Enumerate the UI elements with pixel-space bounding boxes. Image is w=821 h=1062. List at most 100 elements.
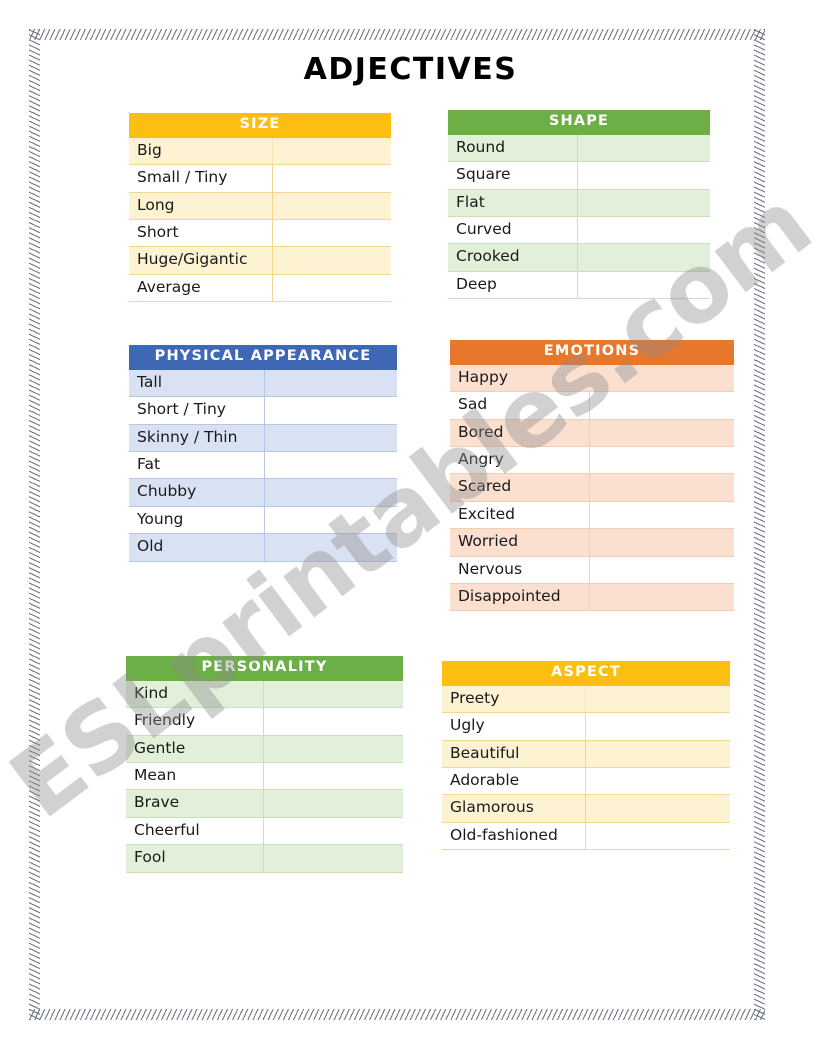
adjective-label: Fat: [129, 452, 265, 479]
table-personality-header: PERSONALITY: [126, 656, 403, 681]
table-shape: SHAPE Round Square Flat Curved Crooked Deep: [448, 110, 710, 300]
table-row: Long: [129, 192, 391, 221]
table-aspect: ASPECT Preety Ugly Beautiful Adorable Glamor…: [442, 661, 730, 851]
answer-blank-cell[interactable]: [590, 419, 734, 447]
adjective-label: Worried: [450, 529, 590, 556]
adjective-label: Ugly: [442, 713, 586, 740]
worksheet-tables: SIZE Big Small / Tiny Long Short Huge/Gigant…: [0, 0, 821, 1062]
answer-blank-cell[interactable]: [265, 452, 397, 479]
answer-blank-cell[interactable]: [264, 680, 403, 708]
answer-blank-cell[interactable]: [265, 534, 397, 561]
answer-blank-cell[interactable]: [264, 708, 403, 735]
table-row: Kind: [126, 680, 403, 709]
answer-blank-cell[interactable]: [590, 447, 734, 474]
answer-blank-cell[interactable]: [586, 685, 730, 713]
adjective-label: Scared: [450, 474, 590, 501]
table-row: Small / Tiny: [129, 165, 391, 193]
answer-blank-cell[interactable]: [590, 529, 734, 556]
adjective-label: Preety: [442, 685, 586, 713]
answer-blank-cell[interactable]: [578, 217, 710, 244]
answer-blank-cell[interactable]: [578, 162, 710, 189]
answer-blank-cell[interactable]: [264, 845, 403, 872]
table-row: Average: [129, 274, 391, 303]
table-row: Square: [448, 162, 710, 190]
answer-blank-cell[interactable]: [590, 556, 734, 583]
table-row: Short: [129, 220, 391, 248]
answer-blank-cell[interactable]: [586, 713, 730, 740]
answer-blank-cell[interactable]: [273, 220, 391, 247]
answer-blank-cell[interactable]: [590, 392, 734, 419]
answer-blank-cell[interactable]: [273, 274, 391, 302]
table-row: Worried: [450, 529, 734, 557]
table-personality-body: Kind Friendly Gentle Mean Brave Cheerful Fool: [126, 680, 403, 873]
table-row: Nervous: [450, 556, 734, 584]
adjective-label: Fool: [126, 845, 264, 872]
answer-blank-cell[interactable]: [578, 271, 710, 299]
adjective-label: Excited: [450, 501, 590, 529]
table-row: Preety: [442, 685, 730, 714]
table-row: Friendly: [126, 708, 403, 736]
answer-blank-cell[interactable]: [590, 501, 734, 529]
table-row: Mean: [126, 763, 403, 791]
answer-blank-cell[interactable]: [590, 583, 734, 611]
answer-blank-cell[interactable]: [264, 790, 403, 817]
table-row: Disappointed: [450, 583, 734, 612]
answer-blank-cell[interactable]: [273, 165, 391, 192]
table-emotions-header: EMOTIONS: [450, 340, 734, 365]
answer-blank-cell[interactable]: [273, 137, 391, 165]
adjective-label: Average: [129, 274, 273, 302]
adjective-label: Skinny / Thin: [129, 424, 265, 452]
adjective-label: Bored: [450, 419, 590, 447]
table-emotions-body: Happy Sad Bored Angry Scared Excited Worried Ne…: [450, 364, 734, 612]
table-row: Fat: [129, 452, 397, 480]
table-row: Glamorous: [442, 795, 730, 823]
table-physical-appearance-body: Tall Short / Tiny Skinny / Thin Fat Chubby Yo…: [129, 369, 397, 562]
answer-blank-cell[interactable]: [586, 795, 730, 822]
table-row: Adorable: [442, 768, 730, 796]
table-size-header: SIZE: [129, 113, 391, 138]
table-row: Young: [129, 506, 397, 535]
answer-blank-cell[interactable]: [265, 479, 397, 506]
adjective-label: Old-fashioned: [442, 822, 586, 850]
table-physical-appearance: PHYSICAL APPEARANCE Tall Short / Tiny Skin…: [129, 345, 397, 562]
adjective-label: Old: [129, 534, 265, 561]
answer-blank-cell[interactable]: [578, 134, 710, 162]
table-row: Fool: [126, 845, 403, 873]
answer-blank-cell[interactable]: [265, 506, 397, 534]
answer-blank-cell[interactable]: [586, 822, 730, 850]
table-row: Bored: [450, 419, 734, 448]
table-aspect-body: Preety Ugly Beautiful Adorable Glamorous Old-…: [442, 685, 730, 851]
table-row: Big: [129, 137, 391, 166]
adjective-label: Disappointed: [450, 583, 590, 611]
table-row: Short / Tiny: [129, 397, 397, 425]
table-row: Old-fashioned: [442, 822, 730, 851]
answer-blank-cell[interactable]: [578, 244, 710, 271]
answer-blank-cell[interactable]: [264, 763, 403, 790]
table-row: Ugly: [442, 713, 730, 741]
answer-blank-cell[interactable]: [265, 424, 397, 452]
answer-blank-cell[interactable]: [264, 817, 403, 845]
answer-blank-cell[interactable]: [586, 768, 730, 795]
adjective-label: Short: [129, 220, 273, 247]
adjective-label: Tall: [129, 369, 265, 397]
answer-blank-cell[interactable]: [590, 364, 734, 392]
answer-blank-cell[interactable]: [265, 369, 397, 397]
answer-blank-cell[interactable]: [273, 192, 391, 220]
table-row: Beautiful: [442, 740, 730, 769]
table-row: Skinny / Thin: [129, 424, 397, 453]
answer-blank-cell[interactable]: [578, 189, 710, 217]
table-row: Angry: [450, 447, 734, 475]
adjective-label: Nervous: [450, 556, 590, 583]
adjective-label: Gentle: [126, 735, 264, 763]
table-physical-appearance-header: PHYSICAL APPEARANCE: [129, 345, 397, 370]
answer-blank-cell[interactable]: [586, 740, 730, 768]
answer-blank-cell[interactable]: [265, 397, 397, 424]
adjective-label: Angry: [450, 447, 590, 474]
answer-blank-cell[interactable]: [590, 474, 734, 501]
adjective-label: Friendly: [126, 708, 264, 735]
adjective-label: Long: [129, 192, 273, 220]
answer-blank-cell[interactable]: [273, 247, 391, 274]
table-row: Cheerful: [126, 817, 403, 846]
answer-blank-cell[interactable]: [264, 735, 403, 763]
adjective-label: Cheerful: [126, 817, 264, 845]
